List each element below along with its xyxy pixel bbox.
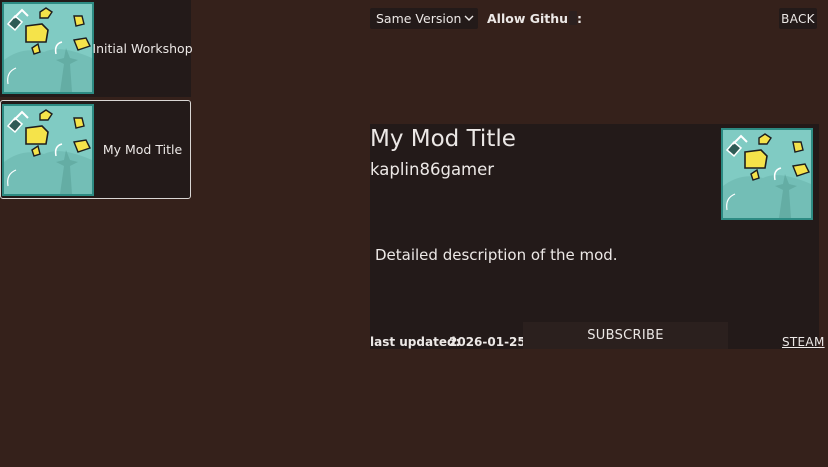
back-button[interactable]: BACK (779, 8, 817, 29)
mod-list-item-label: My Mod Title (102, 142, 183, 157)
last-updated-label: last updated: (370, 335, 461, 349)
mod-description: Detailed description of the mod. (375, 246, 618, 264)
mod-thumbnail-icon (2, 104, 94, 196)
mod-thumbnail-icon (721, 128, 813, 220)
version-select-value: Same Version (376, 11, 462, 26)
mod-author: kaplin86gamer (370, 160, 495, 179)
mod-detail-panel: My Mod Title kaplin86gamer Detailed desc… (370, 124, 824, 349)
mod-list-item-label: Initial Workshop (92, 41, 193, 56)
allow-github-label: Allow Github: (487, 11, 582, 26)
allow-github-toggle[interactable] (569, 11, 577, 25)
mod-list-item-my-mod-title[interactable]: My Mod Title (0, 100, 191, 199)
steam-link[interactable]: STEAM (782, 335, 825, 349)
chevron-down-icon (464, 15, 474, 21)
mod-thumbnail-icon (2, 2, 94, 94)
mod-list-item-initial-workshop[interactable]: Initial Workshop (0, 0, 193, 97)
version-select[interactable]: Same Version (370, 8, 478, 29)
mod-title: My Mod Title (370, 126, 516, 152)
last-updated-value: 2026-01-25 (449, 335, 526, 349)
subscribe-button[interactable]: SUBSCRIBE (523, 322, 728, 349)
